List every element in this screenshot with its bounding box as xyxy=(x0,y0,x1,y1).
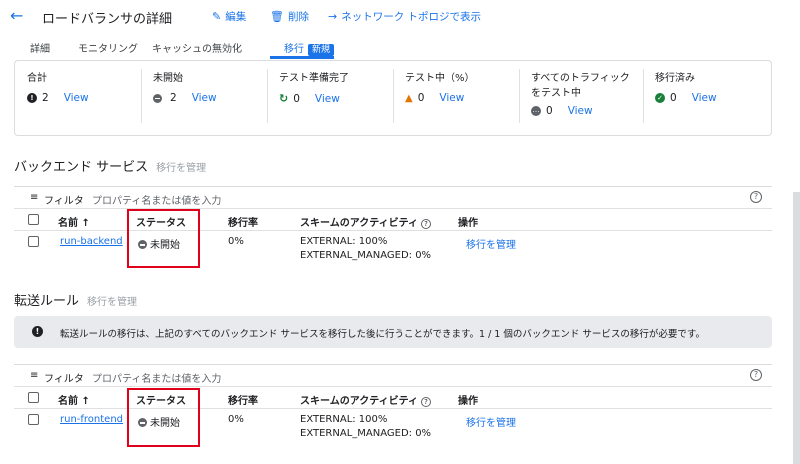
pencil-icon: ✎ xyxy=(212,10,222,23)
view-link[interactable]: View xyxy=(692,92,717,104)
column-rate: 移行率 xyxy=(228,218,258,229)
not-started-icon xyxy=(153,93,162,103)
forwarding-section-title: 転送ルール 移行を管理 xyxy=(14,294,138,309)
info-icon: ! xyxy=(27,93,37,103)
tab-monitoring[interactable]: モニタリング xyxy=(78,40,138,55)
page-header: ← ロードバランサの詳細 ✎ 編集 🗑 削除 → ネットワーク トポロジで表示 xyxy=(0,0,800,32)
view-link[interactable]: View xyxy=(315,93,340,105)
tab-migration[interactable]: 移行 新規 xyxy=(284,40,335,56)
tab-bar: 詳細 モニタリング キャッシュの無効化 移行 新規 xyxy=(0,32,800,60)
stat-not-started: 未開始 2 View xyxy=(153,73,217,104)
active-tab-indicator xyxy=(270,56,334,59)
rate-cell: 0% xyxy=(228,236,244,247)
stat-ready-for-test: テスト準備完了 ↻ 0 View xyxy=(279,73,349,105)
view-link[interactable]: View xyxy=(568,105,593,117)
column-name[interactable]: 名前 ↑ xyxy=(58,214,90,229)
help-icon[interactable]: ? xyxy=(421,397,431,407)
scheme-cell-line1: EXTERNAL: 100% xyxy=(300,236,388,247)
filter-bar[interactable]: ≡ フィルタ プロパティ名または値を入力 ? xyxy=(14,365,772,387)
manage-migration-link[interactable]: 移行を管理 xyxy=(466,236,516,251)
column-action: 操作 xyxy=(458,218,478,229)
check-icon: ✓ xyxy=(655,93,665,103)
manage-migration-link[interactable]: 移行を管理 xyxy=(87,297,137,308)
divider xyxy=(267,69,268,123)
filter-input[interactable]: プロパティ名または値を入力 xyxy=(92,192,221,207)
stat-testing: テスト中（%） ▲ 0 View xyxy=(405,73,475,104)
edit-button[interactable]: ✎ 編集 xyxy=(212,9,246,24)
forwarding-rule-name-link[interactable]: run-frontend xyxy=(60,414,123,425)
stat-testing-all-traffic: すべてのトラフィック をテスト中 … 0 View xyxy=(531,73,630,117)
divider xyxy=(519,69,520,123)
info-banner: ! 転送ルールの移行は、上記のすべてのバックエンド サービスを移行した後に行うこ… xyxy=(14,316,772,348)
tab-cache-invalidation[interactable]: キャッシュの無効化 xyxy=(152,40,242,55)
arrow-right-icon: → xyxy=(328,10,338,23)
backend-name-link[interactable]: run-backend xyxy=(60,236,123,247)
highlight-box xyxy=(127,209,200,268)
stat-total: 合計 ! 2 View xyxy=(27,73,89,104)
page-title: ロードバランサの詳細 xyxy=(42,12,173,27)
divider xyxy=(393,69,394,123)
manage-migration-link[interactable]: 移行を管理 xyxy=(466,414,516,429)
stat-migrated: 移行済み ✓ 0 View xyxy=(655,73,717,104)
column-scheme: スキームのアクティビティ? xyxy=(300,214,431,229)
scheme-cell-line2: EXTERNAL_MANAGED: 0% xyxy=(300,428,432,439)
highlight-box xyxy=(127,388,200,447)
select-all-checkbox[interactable] xyxy=(28,214,39,225)
back-arrow-icon[interactable]: ← xyxy=(10,8,26,24)
scheme-cell-line2: EXTERNAL_MANAGED: 0% xyxy=(300,250,432,261)
help-icon[interactable]: ? xyxy=(421,219,431,229)
divider xyxy=(643,69,644,123)
filter-icon: ≡ xyxy=(30,192,39,203)
refresh-green-icon: ↻ xyxy=(279,92,289,105)
topology-button[interactable]: → ネットワーク トポロジで表示 xyxy=(328,9,481,24)
filter-icon: ≡ xyxy=(30,370,39,381)
column-rate: 移行率 xyxy=(228,396,258,407)
warning-icon: ▲ xyxy=(405,92,413,104)
delete-button[interactable]: 🗑 削除 xyxy=(270,9,309,24)
column-name[interactable]: 名前 ↑ xyxy=(58,392,90,407)
column-scheme: スキームのアクティビティ? xyxy=(300,392,431,407)
view-link[interactable]: View xyxy=(439,92,464,104)
rate-cell: 0% xyxy=(228,414,244,425)
help-icon[interactable]: ? xyxy=(750,191,762,203)
view-link[interactable]: View xyxy=(192,92,217,104)
manage-migration-link[interactable]: 移行を管理 xyxy=(156,163,206,174)
more-icon: … xyxy=(531,106,541,116)
migration-summary-card: 合計 ! 2 View 未開始 2 View テスト準備完了 ↻ 0 View … xyxy=(14,60,772,136)
tab-details[interactable]: 詳細 xyxy=(30,40,50,55)
view-link[interactable]: View xyxy=(64,92,89,104)
info-icon: ! xyxy=(32,326,43,337)
scrollbar[interactable] xyxy=(793,192,800,464)
sort-arrow-up-icon: ↑ xyxy=(81,396,90,407)
scheme-cell-line1: EXTERNAL: 100% xyxy=(300,414,388,425)
row-checkbox[interactable] xyxy=(28,414,39,425)
divider xyxy=(141,69,142,123)
filter-input[interactable]: プロパティ名または値を入力 xyxy=(92,370,221,385)
sort-arrow-up-icon: ↑ xyxy=(81,218,90,229)
help-icon[interactable]: ? xyxy=(750,369,762,381)
select-all-checkbox[interactable] xyxy=(28,392,39,403)
trash-icon: 🗑 xyxy=(270,10,284,23)
row-checkbox[interactable] xyxy=(28,236,39,247)
new-badge: 新規 xyxy=(308,44,335,56)
filter-bar[interactable]: ≡ フィルタ プロパティ名または値を入力 ? xyxy=(14,187,772,209)
backend-section-title: バックエンド サービス 移行を管理 xyxy=(14,160,207,175)
column-action: 操作 xyxy=(458,396,478,407)
